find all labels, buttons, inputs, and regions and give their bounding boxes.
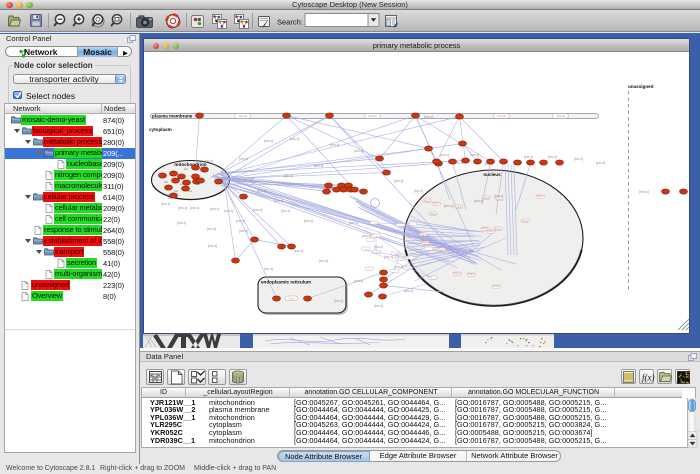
- svg-text:Yxx-x: Yxx-x: [496, 197, 503, 201]
- svg-text:Yxx-x: Yxx-x: [438, 248, 445, 252]
- svg-text:Yxx-x: Yxx-x: [430, 212, 437, 216]
- svg-text:[xxx-x]: [xxx-x]: [274, 199, 283, 203]
- svg-text:[xxx-x]: [xxx-x]: [224, 209, 233, 213]
- svg-text:[xxx-x]: [xxx-x]: [444, 204, 453, 208]
- svg-text:[xxx-x]: [xxx-x]: [596, 161, 605, 165]
- svg-text:[xxx-x]: [xxx-x]: [319, 259, 328, 263]
- svg-text:Yxx-x: Yxx-x: [468, 272, 475, 276]
- svg-text:[xxx-x]: [xxx-x]: [177, 221, 186, 225]
- svg-text:[xxx-x]: [xxx-x]: [440, 153, 449, 157]
- svg-text:Yxx-xx: Yxx-xx: [368, 114, 378, 118]
- svg-text:[xxx-x]: [xxx-x]: [210, 207, 219, 211]
- svg-text:[xxx-x]: [xxx-x]: [264, 139, 273, 143]
- svg-text:[xxx-x]: [xxx-x]: [470, 153, 479, 157]
- svg-text:[xxx-x]: [xxx-x]: [362, 234, 371, 238]
- svg-text:[xxx-x]: [xxx-x]: [264, 267, 273, 271]
- svg-text:Yxx-x: Yxx-x: [522, 219, 529, 223]
- svg-text:nucleus: nucleus: [483, 172, 501, 177]
- svg-text:[xxx-x]: [xxx-x]: [384, 255, 393, 259]
- svg-text:Yxx-xx: Yxx-xx: [238, 114, 248, 118]
- svg-text:Yxx-x: Yxx-x: [454, 271, 461, 275]
- svg-text:[xxx-x]: [xxx-x]: [239, 157, 248, 161]
- svg-text:[xxx-x]: [xxx-x]: [330, 143, 339, 147]
- svg-text:Yxx-x: Yxx-x: [495, 227, 502, 231]
- svg-text:[xxx-x]: [xxx-x]: [207, 227, 216, 231]
- svg-text:Yxx-xx: Yxx-xx: [556, 114, 566, 118]
- svg-text:[xxx-x]: [xxx-x]: [314, 164, 323, 168]
- svg-text:[xxx-x]: [xxx-x]: [281, 209, 290, 213]
- svg-text:[xxx-x]: [xxx-x]: [524, 155, 533, 159]
- svg-text:[xxx-x]: [xxx-x]: [161, 202, 170, 206]
- svg-text:cytoplasm: cytoplasm: [149, 127, 172, 132]
- svg-text:Yxx-x: Yxx-x: [455, 205, 462, 209]
- svg-text:[xxx-x]: [xxx-x]: [574, 157, 583, 161]
- svg-text:Yxx-x: Yxx-x: [537, 194, 544, 198]
- svg-text:[xxx-x]: [xxx-x]: [414, 189, 423, 193]
- svg-text:[xxx-x]: [xxx-x]: [424, 115, 433, 119]
- svg-text:Yxx-x: Yxx-x: [422, 240, 429, 244]
- svg-text:[xxx-x]: [xxx-x]: [304, 219, 313, 223]
- svg-text:[xxx-x]: [xxx-x]: [374, 245, 383, 249]
- svg-text:[xxx-x]: [xxx-x]: [294, 249, 303, 253]
- svg-text:[xxx-x]: [xxx-x]: [208, 244, 217, 248]
- svg-text:unassigned: unassigned: [628, 84, 654, 89]
- svg-text:[xxx-x]: [xxx-x]: [178, 206, 187, 210]
- svg-text:[xxx-x]: [xxx-x]: [374, 304, 383, 308]
- svg-text:[xxx-x]: [xxx-x]: [236, 219, 245, 223]
- svg-text:[xxx-x]: [xxx-x]: [349, 221, 358, 225]
- svg-text:Yxx-x: Yxx-x: [433, 201, 440, 205]
- svg-text:Yxx-x: Yxx-x: [424, 199, 431, 203]
- svg-text:[xxx-x]: [xxx-x]: [239, 229, 248, 233]
- svg-text:[xxx-x]: [xxx-x]: [257, 189, 266, 193]
- svg-text:[xxx-x]: [xxx-x]: [354, 279, 363, 283]
- svg-text:f(x): f(x): [642, 373, 655, 383]
- svg-text:plasma membrane: plasma membrane: [152, 113, 193, 118]
- svg-text:endoplasmic reticulum: endoplasmic reticulum: [261, 280, 311, 285]
- svg-text:[xxx-x]: [xxx-x]: [354, 149, 363, 153]
- svg-text:[xxx-x]: [xxx-x]: [253, 208, 262, 212]
- svg-text:[xxx-x]: [xxx-x]: [404, 289, 413, 293]
- svg-text:Yxx-x: Yxx-x: [487, 229, 494, 233]
- svg-text:Yxx-x: Yxx-x: [493, 284, 500, 288]
- svg-text:[xxx-x]: [xxx-x]: [548, 155, 557, 159]
- svg-text:Yxx-x: Yxx-x: [420, 233, 427, 237]
- svg-text:mitochondrion: mitochondrion: [174, 162, 206, 167]
- svg-text:[xxx-x]: [xxx-x]: [394, 179, 403, 183]
- svg-text:Search:: Search:: [277, 18, 303, 27]
- svg-text:[xxx-x]: [xxx-x]: [244, 177, 253, 181]
- svg-text:Yxx-x: Yxx-x: [288, 297, 296, 301]
- svg-text:[xxx-x]: [xxx-x]: [290, 137, 299, 141]
- svg-text:Yxx-x: Yxx-x: [483, 196, 490, 200]
- svg-text:Yxx-xx: Yxx-xx: [497, 114, 507, 118]
- svg-text:[Yxx-x]: [Yxx-x]: [639, 190, 649, 194]
- svg-text:[xxx-x]: [xxx-x]: [204, 159, 213, 163]
- svg-text:[xxx-x]: [xxx-x]: [284, 174, 293, 178]
- svg-text:[xxx-x]: [xxx-x]: [334, 299, 343, 303]
- svg-text:[xxx-x]: [xxx-x]: [190, 206, 199, 210]
